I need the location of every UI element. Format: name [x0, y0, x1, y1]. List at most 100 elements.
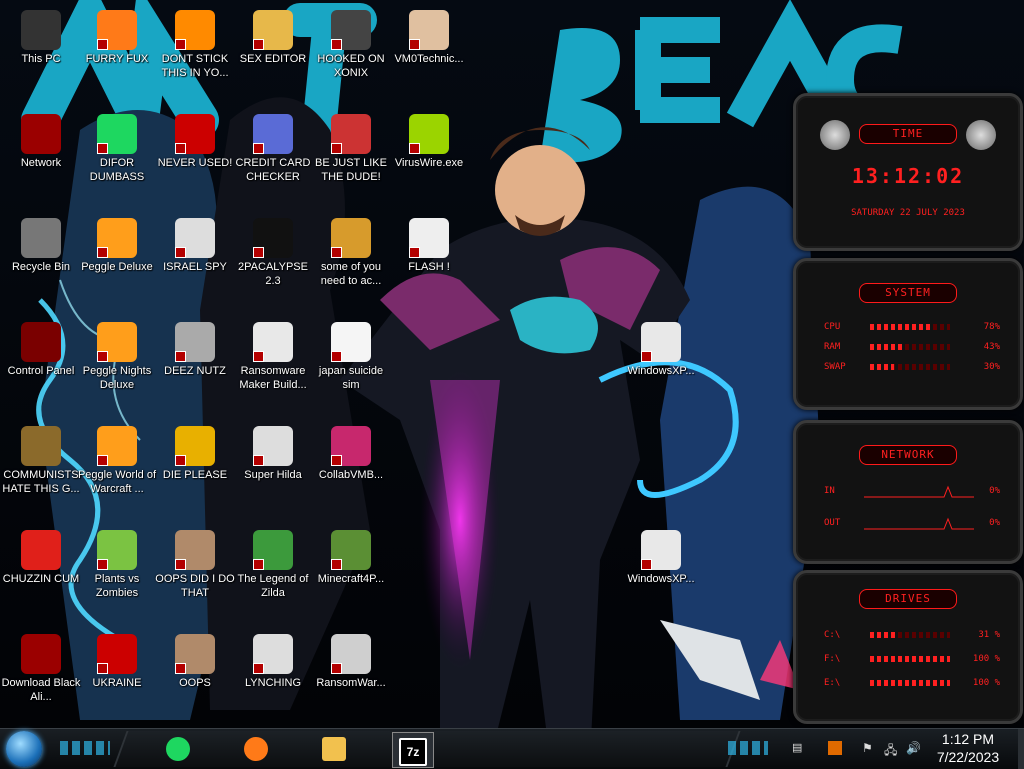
- icon-die-please[interactable]: DIE PLEASE: [154, 420, 236, 482]
- shortcut-badge-icon: [253, 247, 264, 258]
- show-desktop-button[interactable]: [1018, 729, 1024, 769]
- icon-label: UKRAINE: [92, 677, 142, 689]
- window-app-icon: [253, 322, 293, 362]
- recycle-bin-icon: [21, 218, 61, 258]
- alien-head-icon: [820, 120, 850, 150]
- system-row-value: 43%: [983, 342, 1000, 352]
- taskbar-7zip[interactable]: 7z: [392, 732, 434, 768]
- taskbar-decoration: [728, 741, 768, 755]
- tray-volume-icon[interactable]: 🔊: [906, 741, 921, 755]
- shortcut-badge-icon: [409, 247, 420, 258]
- icon-network[interactable]: Network: [0, 108, 82, 170]
- icon-label: FURRY FUX: [85, 53, 149, 65]
- icon-peggle-deluxe[interactable]: Peggle Deluxe: [76, 212, 158, 274]
- icon-never-used[interactable]: NEVER USED!: [154, 108, 236, 170]
- taskbar-file-explorer[interactable]: [314, 732, 354, 766]
- icon-recycle-bin[interactable]: Recycle Bin: [0, 212, 82, 274]
- icon-ransomware-maker[interactable]: Ransomware Maker Build...: [232, 316, 314, 392]
- icon-label: OOPS: [179, 677, 211, 689]
- system-row-label: RAM: [824, 342, 841, 352]
- icon-hooked-on-xonix[interactable]: HOOKED ON XONIX: [310, 4, 392, 80]
- icon-2pacalypse[interactable]: 2PACALYPSE 2.3: [232, 212, 314, 288]
- icon-this-pc[interactable]: This PC: [0, 4, 82, 66]
- drive-usage-bar: [870, 656, 950, 662]
- portrait-icon: [175, 634, 215, 674]
- icon-peggle-wow[interactable]: Peggle World of Warcraft ...: [76, 420, 158, 496]
- icon-flash[interactable]: FLASH !: [388, 212, 470, 274]
- tray-network-icon[interactable]: 🖧: [884, 741, 897, 762]
- taskbar-spotify[interactable]: [158, 732, 198, 766]
- show-hidden-icons[interactable]: ▤: [792, 741, 802, 754]
- shortcut-badge-icon: [175, 455, 186, 466]
- icon-ransomwar[interactable]: RansomWar...: [310, 628, 392, 690]
- icon-oops-did-i[interactable]: OOPS DID I DO THAT: [154, 524, 236, 600]
- monitor-icon: [331, 426, 371, 466]
- icon-windowsxp-2[interactable]: WindowsXP...: [620, 524, 702, 586]
- icon-vm0technic[interactable]: VM0Technic...: [388, 4, 470, 66]
- icon-israel-spy[interactable]: ISRAEL SPY: [154, 212, 236, 274]
- taskbar-firefox[interactable]: [236, 732, 276, 766]
- shortcut-badge-icon: [175, 247, 186, 258]
- devcpp-icon: [175, 114, 215, 154]
- icon-label: Ransomware Maker Build...: [239, 365, 307, 391]
- system-row-label: SWAP: [824, 362, 846, 372]
- icon-viruswire[interactable]: VirusWire.exe: [388, 108, 470, 170]
- icon-legend-of-zilda[interactable]: The Legend of Zilda: [232, 524, 314, 600]
- icon-sex-editor[interactable]: SEX EDITOR: [232, 4, 314, 66]
- tray-app-icon[interactable]: [828, 741, 842, 755]
- control-panel-icon: [21, 322, 61, 362]
- icon-furry-fux[interactable]: FURRY FUX: [76, 4, 158, 66]
- icon-super-hilda[interactable]: Super Hilda: [232, 420, 314, 482]
- icon-communists[interactable]: COMMUNISTS HATE THIS G...: [0, 420, 82, 496]
- icon-japan-suicide-sim[interactable]: japan suicide sim: [310, 316, 392, 392]
- network-row-in: IN 0%: [824, 485, 1000, 498]
- icon-chuzzin[interactable]: CHUZZIN CUM: [0, 524, 82, 586]
- start-orb-icon[interactable]: [6, 731, 42, 767]
- shortcut-badge-icon: [253, 143, 264, 154]
- icon-label: Recycle Bin: [11, 261, 71, 273]
- shortcut-badge-icon: [97, 663, 108, 674]
- chuzzle-icon: [21, 530, 61, 570]
- drive-value: 100 %: [972, 654, 1000, 664]
- flower-icon: [97, 530, 137, 570]
- icon-windowsxp-1[interactable]: WindowsXP...: [620, 316, 702, 378]
- icon-credit-card-checker[interactable]: CREDIT CARD CHECKER: [232, 108, 314, 184]
- time-widget: TIME 13:12:02 saturday 22 july 2023: [793, 93, 1023, 251]
- network-widget-title: NETWORK: [859, 445, 957, 465]
- icon-label: CollabVMB...: [318, 469, 384, 481]
- icon-deez-nutz[interactable]: DEEZ NUTZ: [154, 316, 236, 378]
- icon-dont-stick[interactable]: DONT STICK THIS IN YO...: [154, 4, 236, 80]
- icon-control-panel[interactable]: Control Panel: [0, 316, 82, 378]
- icon-label: HOOKED ON XONIX: [317, 53, 385, 79]
- shortcut-badge-icon: [175, 559, 186, 570]
- icon-ukraine[interactable]: UKRAINE: [76, 628, 158, 690]
- icon-plants-vs-zombies[interactable]: Plants vs Zombies: [76, 524, 158, 600]
- peggle-icon: [97, 322, 137, 362]
- icon-peggle-nights[interactable]: Peggle Nights Deluxe: [76, 316, 158, 392]
- system-row-cpu: CPU 78%: [824, 321, 1000, 333]
- icon-difor[interactable]: DIFOR DUMBASS: [76, 108, 158, 184]
- icon-collabvm[interactable]: CollabVMB...: [310, 420, 392, 482]
- taskbar-clock[interactable]: 1:12 PM 7/22/2023: [928, 730, 1008, 766]
- icon-label: Control Panel: [7, 365, 75, 377]
- spotify-icon: [97, 114, 137, 154]
- icon-be-just-like[interactable]: BE JUST LIKE THE DUDE!: [310, 108, 392, 184]
- shortcut-badge-icon: [253, 351, 264, 362]
- icon-label: DIFOR DUMBASS: [89, 157, 145, 183]
- icon-some-of-you[interactable]: some of you need to ac...: [310, 212, 392, 288]
- icon-lynching[interactable]: LYNCHING: [232, 628, 314, 690]
- shortcut-badge-icon: [253, 559, 264, 570]
- icon-download-black-ali[interactable]: Download Black Ali...: [0, 628, 82, 704]
- money-bag-icon: [21, 426, 61, 466]
- shortcut-badge-icon: [253, 455, 264, 466]
- shortcut-badge-icon: [331, 247, 342, 258]
- icon-label: OOPS DID I DO THAT: [155, 573, 235, 599]
- shortcut-badge-icon: [175, 351, 186, 362]
- shortcut-badge-icon: [97, 247, 108, 258]
- icon-label: Minecraft4P...: [317, 573, 385, 585]
- icon-label: WindowsXP...: [627, 573, 695, 585]
- icon-minecraft[interactable]: Minecraft4P...: [310, 524, 392, 586]
- icon-label: VM0Technic...: [394, 53, 464, 65]
- tray-flag-icon[interactable]: ⚑: [862, 741, 873, 755]
- icon-oops[interactable]: OOPS: [154, 628, 236, 690]
